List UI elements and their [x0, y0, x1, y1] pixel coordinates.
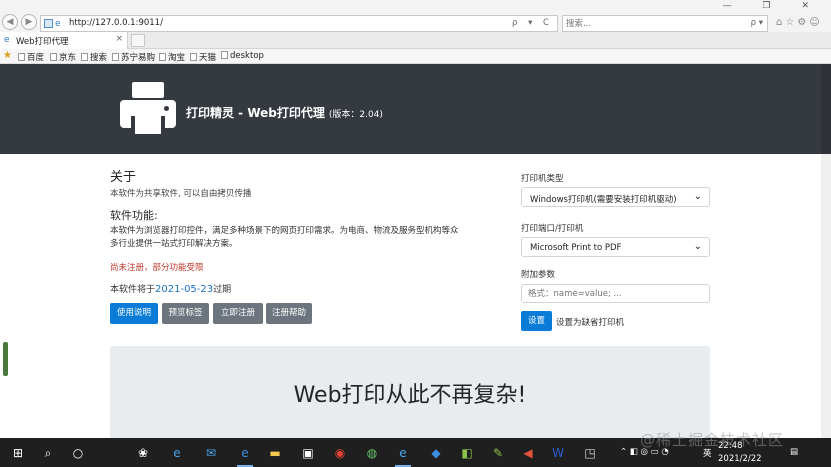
set-default-note: 设置为缺省打印机 [556, 318, 625, 328]
back-button[interactable]: ◀ [2, 14, 18, 30]
browser-toolbar: ◀ ▶ e http://127.0.0.1:9011/ ρ ▾ C ρ ▾ —… [0, 0, 831, 32]
chevron-down-icon: ⌄ [693, 241, 702, 252]
page-header: 打印精灵 - Web打印代理 (版本：2.04) [0, 64, 831, 154]
jumbotron: Web打印从此不再复杂! [110, 346, 710, 438]
app-icon[interactable]: ❀ [133, 443, 153, 463]
notification-icon[interactable]: ▤ [790, 447, 798, 467]
refresh-icon[interactable]: ρ ▾ C [512, 18, 553, 28]
printer-type-label: 打印机类型 [521, 174, 564, 184]
features-heading: 软件功能: [110, 209, 158, 222]
start-icon[interactable]: ⊞ [8, 443, 28, 463]
page-title: 打印精灵 - Web打印代理 (版本：2.04) [186, 106, 383, 120]
favorites-bar: ★ 百度 京东 搜索 苏宁易购 淘宝 天猫 desktop [0, 49, 831, 64]
side-indicator [3, 342, 8, 376]
app-green-icon[interactable]: ◍ [362, 443, 382, 463]
fav-item[interactable]: 京东 [50, 51, 76, 63]
about-text: 本软件为共享软件, 可以自由拷贝传播 [110, 189, 252, 199]
printer-type-select[interactable]: Windows打印机(需要安装打印机驱动) ⌄ [521, 187, 710, 207]
word-icon[interactable]: W [548, 443, 568, 463]
chevron-down-icon: ⌄ [693, 191, 702, 202]
url-text: http://127.0.0.1:9011/ [69, 18, 163, 28]
ie-icon: e [4, 35, 10, 45]
fav-item[interactable]: desktop [221, 51, 264, 61]
folder-icon[interactable]: ▬ [265, 443, 285, 463]
expire-date: 2021-05-23 [155, 284, 214, 295]
ie-active-icon[interactable]: e [393, 443, 413, 467]
scrollbar-thumb[interactable] [821, 64, 831, 154]
search-input[interactable] [566, 17, 736, 30]
clock-date[interactable]: 2021/2/22 [718, 454, 762, 467]
vscode-icon[interactable]: ◆ [426, 443, 446, 463]
smiley-icon[interactable]: ☺ [809, 17, 822, 28]
search-icon[interactable]: ρ ▾ [751, 18, 763, 28]
page-icon [44, 19, 53, 28]
printer-port-select[interactable]: Microsoft Print to PDF ⌄ [521, 237, 710, 257]
gear-icon[interactable]: ⚙ [797, 17, 809, 28]
star-icon[interactable]: ☆ [785, 17, 797, 28]
ie-taskbar-icon[interactable]: e [167, 443, 187, 463]
new-tab-button[interactable] [131, 34, 145, 47]
jumbotron-text: Web打印从此不再复杂! [293, 383, 527, 408]
manual-button[interactable]: 使用说明 [110, 303, 158, 324]
app-red-icon[interactable]: ◀ [518, 443, 538, 463]
forward-button[interactable]: ▶ [21, 14, 37, 30]
home-icon[interactable]: ⌂ [776, 17, 785, 28]
preview-button[interactable]: 预览标签 [162, 303, 209, 324]
params-label: 附加参数 [521, 270, 556, 280]
ie-icon: e [55, 19, 61, 29]
fav-item[interactable]: 天猫 [190, 51, 216, 63]
close-icon[interactable]: × [115, 34, 123, 44]
tray-icons[interactable]: ⌃ ◧ ◎ ▭ ◔ [620, 447, 669, 467]
tab-web-print[interactable]: e Web打印代理 × [0, 32, 128, 49]
toolbar-icons[interactable]: ⌂☆⚙☺ [776, 17, 823, 28]
fav-item[interactable]: 淘宝 [159, 51, 185, 63]
edge-icon[interactable]: e [235, 443, 255, 467]
printer-port-label: 打印端口/打印机 [521, 224, 584, 234]
search-box[interactable]: ρ ▾ [562, 15, 768, 32]
mail-icon[interactable]: ✉ [201, 443, 221, 463]
fav-item[interactable]: 百度 [18, 51, 44, 63]
store-icon[interactable]: ▣ [298, 443, 318, 463]
expire-notice: 本软件将于2021-05-23过期 [110, 284, 232, 295]
app-icon[interactable]: ◳ [580, 443, 600, 463]
task-view-icon[interactable]: ○ [68, 443, 88, 463]
scrollbar[interactable] [821, 64, 831, 438]
search-icon[interactable]: ⌕ [38, 443, 58, 463]
version-label: (版本：2.04) [328, 110, 383, 120]
params-field[interactable] [521, 284, 710, 303]
tab-bar: e Web打印代理 × [0, 32, 831, 49]
fav-item[interactable]: 苏宁易购 [112, 51, 155, 63]
app-icon[interactable]: ◧ [457, 443, 477, 463]
register-help-button[interactable]: 注册帮助 [266, 303, 312, 324]
set-button[interactable]: 设置 [521, 311, 552, 331]
favorites-star-icon[interactable]: ★ [3, 50, 12, 61]
fav-item[interactable]: 搜索 [81, 51, 107, 63]
watermark: @稀土掘金技术社区 [640, 431, 785, 449]
params-input[interactable] [528, 288, 703, 300]
tab-label: Web打印代理 [16, 37, 69, 47]
chrome-icon[interactable]: ◉ [330, 443, 350, 463]
ime-indicator[interactable]: 英 [703, 447, 712, 467]
register-button[interactable]: 立即注册 [213, 303, 263, 324]
about-heading: 关于 [110, 170, 137, 185]
features-text: 本软件为浏览器打印控件，满足多种场景下的网页打印需求。为电商、物流及服务型机构等… [110, 226, 459, 249]
page-content: 打印精灵 - Web打印代理 (版本：2.04) 关于 本软件为共享软件, 可以自… [0, 64, 831, 438]
printer-icon [120, 82, 176, 138]
unregistered-warning: 尚未注册，部分功能受限 [110, 263, 204, 273]
address-bar[interactable]: e http://127.0.0.1:9011/ ρ ▾ C [40, 15, 558, 32]
notepad-icon[interactable]: ✎ [488, 443, 508, 463]
window-controls[interactable]: — ❐ ✕ [723, 1, 823, 11]
